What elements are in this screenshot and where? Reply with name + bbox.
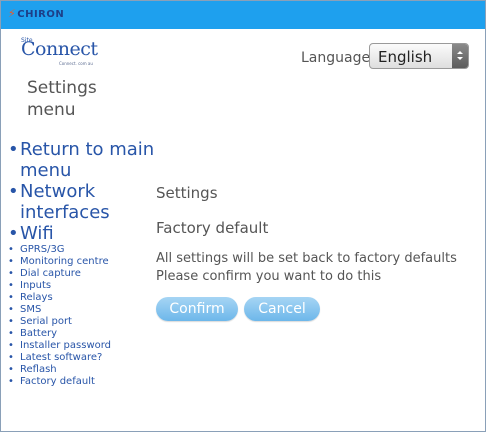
menu-item-monitoring-centre[interactable]: Monitoring centre (8, 256, 158, 268)
menu-item-network-interfaces[interactable]: Network interfaces (8, 181, 158, 223)
menu-item-factory-default[interactable]: Factory default (8, 376, 158, 388)
menu-item-reflash[interactable]: Reflash (8, 364, 158, 376)
logo-tagline: Connect. com au (59, 61, 93, 66)
sidebar-title: Settings menu (27, 78, 97, 120)
app-frame: ⚡CHIRON Site Connect Connect. com au Lan… (0, 0, 486, 432)
menu-item-relays[interactable]: Relays (8, 292, 158, 304)
menu-item-dial-capture[interactable]: Dial capture (8, 268, 158, 280)
lightning-icon: ⚡ (8, 7, 17, 20)
message-line-1: All settings will be set back to factory… (156, 251, 457, 266)
language-selected-value: English (378, 48, 433, 66)
settings-menu: Return to main menu Network interfaces W… (8, 139, 158, 388)
language-label: Language: (301, 50, 375, 66)
menu-item-inputs[interactable]: Inputs (8, 280, 158, 292)
menu-item-latest-software[interactable]: Latest software? (8, 352, 158, 364)
message-line-2: Please confirm you want to do this (156, 269, 382, 284)
select-arrows-icon (452, 44, 468, 68)
menu-item-wifi[interactable]: Wifi (8, 223, 158, 244)
menu-item-installer-password[interactable]: Installer password (8, 340, 158, 352)
menu-item-gprs[interactable]: GPRS/3G (8, 244, 158, 256)
menu-item-serial-port[interactable]: Serial port (8, 316, 158, 328)
confirm-button[interactable]: Confirm (156, 297, 238, 321)
section-heading: Settings (156, 184, 218, 202)
logo-connect-text: Connect (21, 38, 98, 60)
cancel-button[interactable]: Cancel (244, 297, 320, 321)
menu-item-sms[interactable]: SMS (8, 304, 158, 316)
brand-logo: ⚡CHIRON (8, 7, 64, 20)
menu-item-battery[interactable]: Battery (8, 328, 158, 340)
top-bar: ⚡CHIRON (1, 1, 485, 29)
page-title: Factory default (156, 219, 269, 237)
menu-item-return-main[interactable]: Return to main menu (8, 139, 158, 181)
language-select[interactable]: English (369, 43, 469, 69)
brand-name: CHIRON (17, 9, 65, 20)
